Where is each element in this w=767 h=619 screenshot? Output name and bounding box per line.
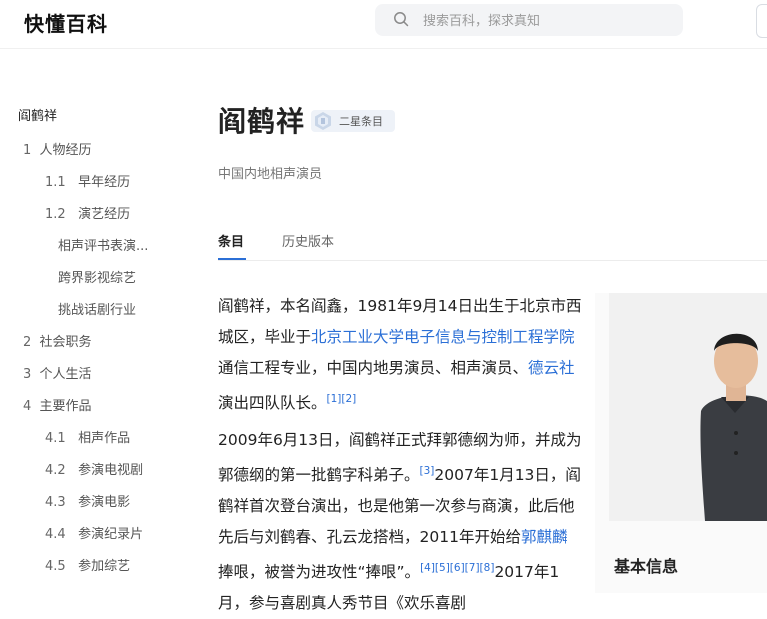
toc-item[interactable]: 2 社会职务 [23, 333, 92, 353]
link-deyunshe[interactable]: 德云社 [528, 359, 575, 377]
toc-item[interactable]: 相声评书表演... [58, 237, 160, 257]
toc-title[interactable]: 阎鹤祥 [18, 107, 57, 127]
citation-ref[interactable]: [4][5][6][7][8] [420, 562, 494, 574]
toc-item-label: 人物经历 [39, 143, 92, 158]
badge-label: 二星条目 [339, 115, 383, 128]
infobox-title: 基本信息 [614, 557, 679, 576]
toc-item-label: 参演纪录片 [78, 527, 144, 542]
toc-item-label: 参演电视剧 [78, 463, 144, 478]
toc-item-number: 1.2 [45, 207, 66, 222]
article-paragraph: 2009年6月13日，阎鹤祥正式拜郭德纲为师，并成为郭德纲的第一批鹤字科弟子。[… [218, 425, 582, 619]
toc-item-number: 4.4 [45, 527, 66, 542]
link-guo-qilin[interactable]: 郭麒麟 [521, 528, 568, 546]
link-bjut-school[interactable]: 北京工业大学电子信息与控制工程学院 [311, 328, 575, 346]
toc-item[interactable]: 1.1 早年经历 [45, 173, 130, 193]
toc-item[interactable]: 4.3 参演电影 [45, 493, 130, 513]
toc-item-number: 4 [23, 399, 32, 414]
toc-item[interactable]: 3 个人生活 [23, 365, 92, 385]
toc-item[interactable]: 4 主要作品 [23, 397, 92, 417]
toc-item-number: 4.5 [45, 559, 66, 574]
toc-item-number: 1.1 [45, 175, 66, 190]
toc-item-label: 相声作品 [78, 431, 131, 446]
toc-item-label: 演艺经历 [78, 207, 131, 222]
toc-item-label: 社会职务 [39, 335, 92, 350]
top-header: 快懂百科 [0, 0, 767, 49]
toc-item-label: 主要作品 [39, 399, 92, 414]
toc-item-label: 参演电影 [78, 495, 131, 510]
toc-item-number: 2 [23, 335, 32, 350]
toc-item-label: 个人生活 [39, 367, 92, 382]
tabs-divider [218, 260, 767, 261]
search-box[interactable] [375, 4, 683, 38]
star-rating-badge[interactable]: 二星条目 [311, 110, 395, 132]
toc-item[interactable]: 1 人物经历 [23, 141, 92, 161]
toc-item[interactable]: 4.5 参加综艺 [45, 557, 130, 577]
toc-item-label: 参加综艺 [78, 559, 131, 574]
toc-item[interactable]: 4.2 参演电视剧 [45, 461, 143, 481]
citation-ref[interactable]: [1][2] [327, 393, 357, 405]
article-paragraph: 阎鹤祥，本名阎鑫，1981年9月14日出生于北京市西城区，毕业于北京工业大学电子… [218, 291, 582, 419]
hexagon-badge-icon [315, 112, 331, 130]
profile-photo[interactable] [609, 293, 767, 521]
citation-ref[interactable]: [3] [420, 465, 435, 477]
toc-item-label: 早年经历 [78, 175, 131, 190]
toc-item[interactable]: 1.2 演艺经历 [45, 205, 130, 225]
toc-item-number: 1 [23, 143, 32, 158]
toc-item-number: 4.2 [45, 463, 66, 478]
page-subtitle: 中国内地相声演员 [218, 167, 323, 182]
toc-item-label: 跨界影视综艺 [58, 271, 137, 286]
toc-item-label: 挑战话剧行业 [58, 303, 137, 318]
toc-item[interactable]: 挑战话剧行业 [58, 301, 136, 321]
paragraph-text: 演出四队队长。 [218, 394, 327, 412]
tab-entry[interactable]: 条目 [218, 233, 244, 253]
toc-item-number: 4.3 [45, 495, 66, 510]
person-portrait-icon [609, 293, 767, 521]
paragraph-text: 捧哏，被誉为进攻性“捧哏”。 [218, 563, 421, 581]
toc-item-label: 相声评书表演... [58, 239, 149, 254]
article-body: 阎鹤祥，本名阎鑫，1981年9月14日出生于北京市西城区，毕业于北京工业大学电子… [218, 291, 582, 619]
search-icon[interactable] [393, 11, 409, 27]
page-title: 阎鹤祥 [218, 105, 306, 138]
toc-item-number: 3 [23, 367, 32, 382]
site-logo[interactable]: 快懂百科 [24, 8, 108, 37]
paragraph-text: 通信工程专业，中国内地男演员、相声演员、 [218, 359, 529, 377]
tab-history[interactable]: 历史版本 [282, 233, 334, 253]
toc-item[interactable]: 4.1 相声作品 [45, 429, 130, 449]
search-input[interactable] [421, 4, 675, 38]
toc-item[interactable]: 跨界影视综艺 [58, 269, 136, 289]
header-action-button[interactable] [756, 4, 767, 38]
toc-item[interactable]: 4.4 参演纪录片 [45, 525, 143, 545]
toc-item-number: 4.1 [45, 431, 66, 446]
